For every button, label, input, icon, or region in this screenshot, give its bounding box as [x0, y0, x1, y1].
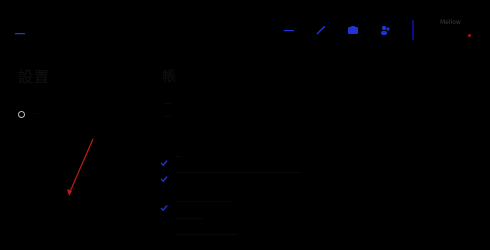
top-bar	[0, 0, 490, 56]
option-label: ——————————————————	[175, 168, 301, 176]
toolbar-divider	[412, 20, 414, 40]
status-dot	[468, 34, 471, 37]
checkbox[interactable]	[160, 168, 168, 183]
page-title: 設置	[18, 68, 51, 86]
checkbox[interactable]	[160, 152, 168, 167]
camera-icon[interactable]	[346, 22, 360, 36]
pen-icon[interactable]	[314, 22, 328, 36]
meta-line: —	[164, 99, 171, 107]
minus-icon[interactable]	[282, 22, 296, 36]
account-menu[interactable]: Mellow	[432, 18, 472, 44]
option-label: ————————	[175, 197, 231, 205]
option-label: —————————	[175, 230, 238, 238]
option-label: —	[175, 152, 182, 160]
hamburger-menu-icon[interactable]	[13, 24, 27, 35]
meta-line: —	[164, 112, 171, 120]
account-name: Mellow	[440, 19, 461, 26]
section-title: 帳	[162, 69, 176, 85]
checkbox[interactable]	[160, 197, 168, 212]
option-label: ————	[175, 214, 203, 222]
people-icon[interactable]	[378, 22, 392, 36]
sidebar-radio[interactable]	[18, 111, 25, 118]
sidebar-item-label[interactable]: —	[34, 109, 41, 117]
